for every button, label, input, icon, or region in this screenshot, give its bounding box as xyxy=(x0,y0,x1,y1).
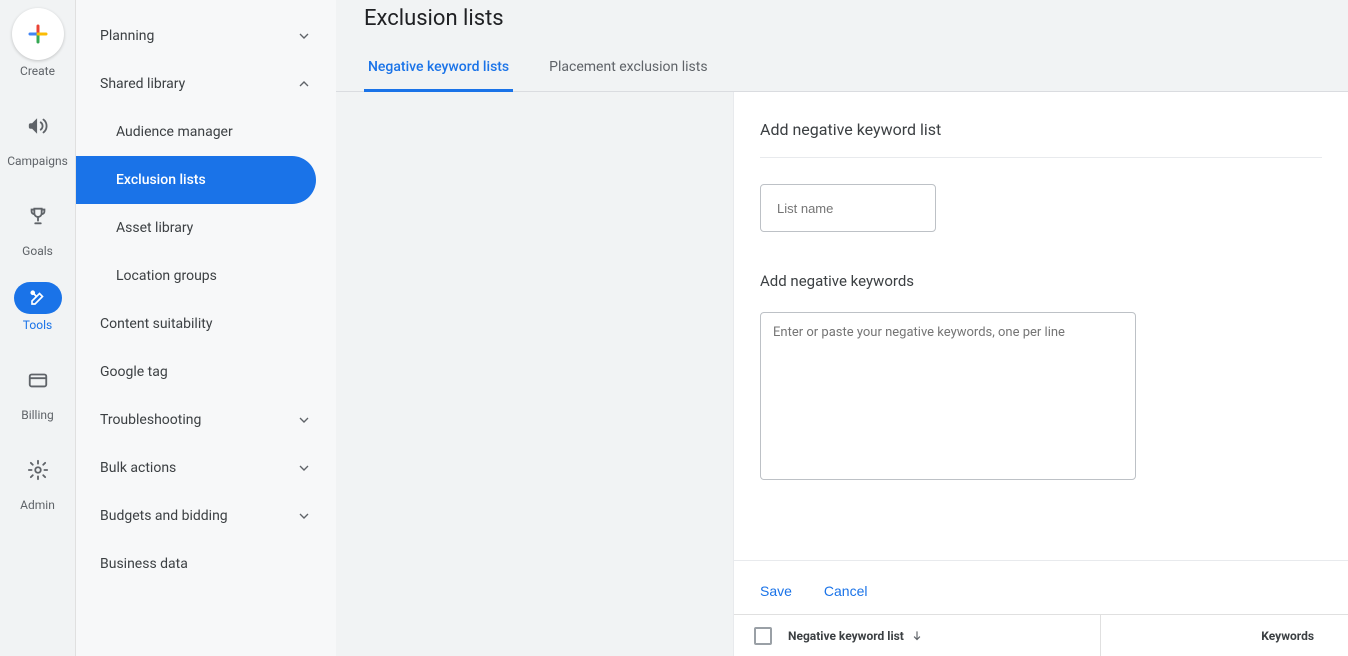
column-label: Negative keyword list xyxy=(788,629,904,643)
column-keywords[interactable]: Keywords xyxy=(1100,615,1328,656)
form-sub-label: Add negative keywords xyxy=(760,272,1322,290)
tools-icon xyxy=(14,282,62,314)
page-title: Exclusion lists xyxy=(364,6,1320,31)
rail-label-goals: Goals xyxy=(22,244,53,258)
left-rail: Create Campaigns Goals xyxy=(0,0,76,656)
submenu-shared-library[interactable]: Shared library xyxy=(76,60,336,108)
submenu-google-tag[interactable]: Google tag xyxy=(76,348,336,396)
rail-label-campaigns: Campaigns xyxy=(7,154,68,168)
submenu-label: Budgets and bidding xyxy=(100,508,228,524)
submenu-audience-manager[interactable]: Audience manager xyxy=(76,108,336,156)
submenu-label: Google tag xyxy=(100,364,168,380)
tools-submenu: Planning Shared library Audience manager… xyxy=(76,0,336,656)
table-header-row: Negative keyword list Keywords xyxy=(734,614,1348,656)
create-button[interactable]: Create xyxy=(4,8,72,78)
save-button[interactable]: Save xyxy=(760,583,792,599)
chevron-up-icon xyxy=(296,76,312,92)
chevron-down-icon xyxy=(296,460,312,476)
goals-button[interactable]: Goals xyxy=(4,192,72,258)
cancel-button[interactable]: Cancel xyxy=(824,583,868,599)
arrow-down-icon xyxy=(910,629,924,643)
trophy-icon xyxy=(14,192,62,240)
submenu-asset-library[interactable]: Asset library xyxy=(76,204,336,252)
submenu-label: Audience manager xyxy=(116,124,233,140)
chevron-down-icon xyxy=(296,28,312,44)
gear-icon xyxy=(14,446,62,494)
submenu-budgets-and-bidding[interactable]: Budgets and bidding xyxy=(76,492,336,540)
tabs: Negative keyword lists Placement exclusi… xyxy=(336,59,1348,92)
submenu-label: Troubleshooting xyxy=(100,412,201,428)
submenu-planning[interactable]: Planning xyxy=(76,12,336,60)
submenu-label: Bulk actions xyxy=(100,460,176,476)
content-left-blank xyxy=(336,92,733,656)
page-header: Exclusion lists xyxy=(336,0,1348,31)
rail-label-billing: Billing xyxy=(21,408,54,422)
submenu-bulk-actions[interactable]: Bulk actions xyxy=(76,444,336,492)
rail-label-admin: Admin xyxy=(20,498,55,512)
tab-negative-keyword-lists[interactable]: Negative keyword lists xyxy=(364,59,513,92)
admin-button[interactable]: Admin xyxy=(4,446,72,512)
chevron-down-icon xyxy=(296,412,312,428)
column-negative-keyword-list[interactable]: Negative keyword list xyxy=(788,629,1100,643)
rail-label-create: Create xyxy=(20,64,55,78)
submenu-label: Planning xyxy=(100,28,154,44)
submenu-troubleshooting[interactable]: Troubleshooting xyxy=(76,396,336,444)
submenu-content-suitability[interactable]: Content suitability xyxy=(76,300,336,348)
column-label: Keywords xyxy=(1261,629,1314,643)
campaigns-button[interactable]: Campaigns xyxy=(4,102,72,168)
submenu-label: Location groups xyxy=(116,268,217,284)
chevron-down-icon xyxy=(296,508,312,524)
form-panel: Add negative keyword list Add negative k… xyxy=(733,92,1348,656)
negative-keywords-textarea[interactable] xyxy=(760,312,1136,480)
form-title: Add negative keyword list xyxy=(760,120,1322,158)
submenu-location-groups[interactable]: Location groups xyxy=(76,252,336,300)
select-all-checkbox[interactable] xyxy=(754,627,772,645)
submenu-label: Asset library xyxy=(116,220,193,236)
main-panel: Exclusion lists Negative keyword lists P… xyxy=(336,0,1348,656)
form-actions: Save Cancel xyxy=(734,560,1348,614)
tools-button[interactable]: Tools xyxy=(4,282,72,332)
tab-placement-exclusion-lists[interactable]: Placement exclusion lists xyxy=(545,59,711,92)
billing-button[interactable]: Billing xyxy=(4,356,72,422)
submenu-exclusion-lists[interactable]: Exclusion lists xyxy=(76,156,316,204)
plus-icon xyxy=(12,8,64,60)
credit-card-icon xyxy=(14,356,62,404)
submenu-label: Exclusion lists xyxy=(116,172,206,188)
rail-label-tools: Tools xyxy=(23,318,52,332)
submenu-business-data[interactable]: Business data xyxy=(76,540,336,588)
list-name-input[interactable] xyxy=(777,201,919,216)
list-name-field-wrapper[interactable] xyxy=(760,184,936,232)
submenu-label: Content suitability xyxy=(100,316,212,332)
submenu-label: Business data xyxy=(100,556,188,572)
megaphone-icon xyxy=(14,102,62,150)
submenu-label: Shared library xyxy=(100,76,185,92)
